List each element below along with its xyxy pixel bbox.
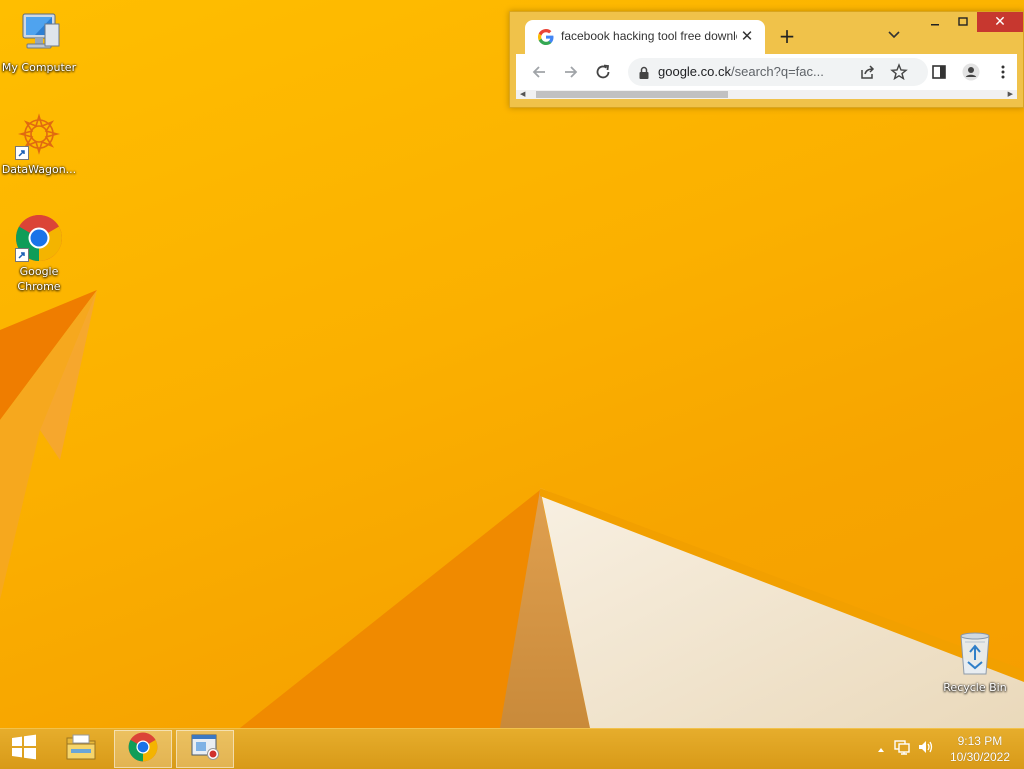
taskbar-clock[interactable]: 9:13 PM 10/30/2022: [950, 733, 1010, 765]
google-icon: [538, 29, 554, 45]
taskbar-remote-app[interactable]: [176, 730, 234, 768]
taskbar: 9:13 PM 10/30/2022: [0, 728, 1024, 769]
desktop-icon-google-chrome[interactable]: Google Chrome: [0, 214, 78, 294]
desktop-icon-label: My Computer: [1, 61, 77, 74]
system-tray: [872, 729, 938, 769]
horizontal-scrollbar[interactable]: ◀ ▶: [516, 90, 1017, 99]
clock-time: 9:13 PM: [957, 734, 1003, 748]
browser-toolbar: google.co.ck/search?q=fac...: [516, 54, 1017, 90]
chrome-window[interactable]: facebook hacking tool free download ✕ + …: [509, 11, 1024, 108]
recycle-bin-icon: [951, 630, 999, 678]
scroll-right-icon[interactable]: ▶: [1008, 90, 1013, 98]
desktop-icon-datawagon[interactable]: DataWagon...: [0, 112, 78, 177]
star-icon[interactable]: [890, 63, 908, 81]
datawagon-icon: [15, 112, 63, 160]
url-host: google.co.ck: [658, 64, 731, 79]
desktop-icon-label: Recycle Bin: [943, 681, 1007, 694]
file-explorer-icon: [65, 732, 97, 766]
desktop-wallpaper: [0, 0, 1024, 728]
scroll-left-icon[interactable]: ◀: [520, 90, 525, 98]
reload-icon[interactable]: [594, 63, 612, 81]
lock-icon[interactable]: [638, 65, 650, 79]
network-icon[interactable]: [890, 739, 914, 759]
tray-up-arrow-icon[interactable]: [872, 740, 890, 759]
desktop-icon-label: DataWagon...: [1, 163, 77, 176]
plus-icon[interactable]: +: [776, 24, 798, 48]
window-controls: ✕: [921, 12, 1023, 32]
minimize-icon[interactable]: [921, 12, 949, 32]
window-close-icon[interactable]: ✕: [977, 12, 1023, 32]
url-path: /search?q=fac...: [731, 64, 824, 79]
chevron-down-icon[interactable]: [886, 26, 902, 42]
clock-date: 10/30/2022: [949, 750, 1010, 764]
profile-icon[interactable]: [962, 63, 980, 81]
chrome-icon: [128, 732, 158, 766]
tab-active[interactable]: facebook hacking tool free download ✕: [525, 20, 765, 54]
desktop-icon-my-computer[interactable]: My Computer: [0, 10, 78, 75]
volume-icon[interactable]: [914, 739, 938, 759]
windows-start-icon: [11, 734, 37, 764]
computer-icon: [15, 10, 63, 58]
share-icon[interactable]: [858, 63, 876, 81]
address-bar[interactable]: google.co.ck/search?q=fac...: [628, 58, 928, 86]
url-text: google.co.ck/search?q=fac...: [658, 64, 824, 79]
taskbar-file-explorer[interactable]: [52, 730, 110, 768]
tab-title: facebook hacking tool free download: [561, 29, 737, 43]
close-icon[interactable]: ✕: [739, 27, 755, 45]
window-titlebar[interactable]: facebook hacking tool free download ✕ + …: [510, 12, 1023, 54]
desktop-icon-label: Google Chrome: [17, 265, 61, 293]
shortcut-arrow-icon: [15, 248, 29, 262]
shortcut-arrow-icon: [15, 146, 29, 160]
taskbar-chrome[interactable]: [114, 730, 172, 768]
side-panel-icon[interactable]: [930, 63, 948, 81]
forward-arrow-icon[interactable]: [562, 63, 580, 81]
back-arrow-icon[interactable]: [530, 63, 548, 81]
more-icon[interactable]: [994, 63, 1012, 81]
scrollbar-thumb[interactable]: [536, 91, 728, 98]
start-button[interactable]: [0, 730, 48, 768]
desktop-icon-recycle-bin[interactable]: Recycle Bin: [936, 630, 1014, 695]
chrome-icon: [15, 214, 63, 262]
maximize-icon[interactable]: [949, 12, 977, 32]
remote-app-icon: [190, 733, 220, 765]
